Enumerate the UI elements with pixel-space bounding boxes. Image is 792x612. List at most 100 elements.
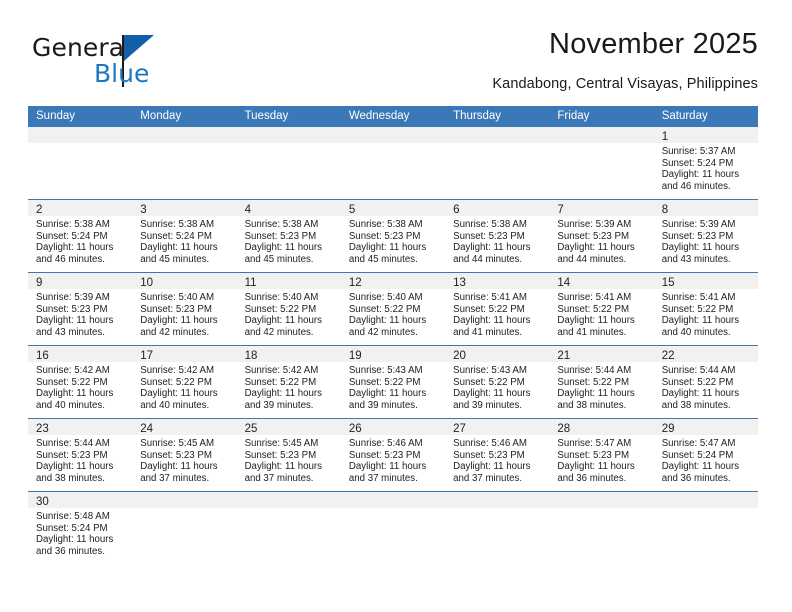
day-daylight-text: and 45 minutes. xyxy=(244,253,314,265)
day-daylight-text: and 44 minutes. xyxy=(453,253,523,265)
day-daylight-text: and 45 minutes. xyxy=(140,253,210,265)
day-daylight-text: Daylight: 11 hours xyxy=(36,388,114,400)
day-details: Sunrise: 5:40 AM Sunset: 5:22 PM Daylight:… xyxy=(237,289,341,338)
day-daylight-text: Daylight: 11 hours xyxy=(453,388,531,400)
calendar-week-row: 23 Sunrise: 5:44 AM Sunset: 5:23 PM Dayligh… xyxy=(28,419,758,492)
day-number: 30 xyxy=(36,496,49,508)
day-number: 14 xyxy=(557,277,571,289)
general-blue-logo[interactable]: General Blue xyxy=(32,34,262,94)
calendar-day-cell[interactable]: 8 Sunrise: 5:39 AM Sunset: 5:23 PM Daylight… xyxy=(653,200,758,272)
calendar-day-cell[interactable]: 17 Sunrise: 5:42 AM Sunset: 5:22 PM Dayligh… xyxy=(132,346,237,418)
day-details xyxy=(445,143,549,146)
calendar-day-cell[interactable]: 26 Sunrise: 5:46 AM Sunset: 5:23 PM Dayligh… xyxy=(340,419,446,491)
day-daylight-text: Daylight: 11 hours xyxy=(661,242,740,254)
day-daylight-text: Daylight: 11 hours xyxy=(557,242,635,254)
day-sunrise-text: Sunrise: 5:40 AM xyxy=(140,292,215,303)
day-details: Sunrise: 5:46 AM Sunset: 5:23 PM Daylight:… xyxy=(445,435,549,484)
day-number-bar xyxy=(445,492,550,508)
day-number-bar xyxy=(445,127,550,143)
day-number-bar: 25 xyxy=(236,419,341,435)
calendar-day-cell[interactable]: 12 Sunrise: 5:40 AM Sunset: 5:22 PM Dayligh… xyxy=(340,273,446,345)
calendar-day-cell[interactable]: 14 Sunrise: 5:41 AM Sunset: 5:22 PM Dayligh… xyxy=(549,273,654,345)
day-sunset-text: Sunset: 5:22 PM xyxy=(244,303,317,315)
day-sunrise-text: Sunrise: 5:38 AM xyxy=(348,219,423,230)
day-sunrise-text: Sunrise: 5:45 AM xyxy=(244,438,319,449)
page-header: General Blue November 2025 Kandabong, Ce… xyxy=(28,28,758,98)
calendar-day-cell[interactable]: 28 Sunrise: 5:47 AM Sunset: 5:23 PM Dayligh… xyxy=(549,419,654,491)
day-sunrise-text: Sunrise: 5:38 AM xyxy=(140,219,215,230)
day-daylight-text: Daylight: 11 hours xyxy=(244,388,322,400)
day-number-bar: 4 xyxy=(236,200,341,216)
day-details: Sunrise: 5:41 AM Sunset: 5:22 PM Daylight:… xyxy=(654,289,758,338)
calendar-day-cell[interactable]: 4 Sunrise: 5:38 AM Sunset: 5:23 PM Daylight… xyxy=(236,200,341,272)
calendar-day-cell[interactable]: 7 Sunrise: 5:39 AM Sunset: 5:23 PM Daylight… xyxy=(549,200,654,272)
day-details: Sunrise: 5:37 AM Sunset: 5:24 PM Daylight:… xyxy=(654,143,758,192)
calendar-day-cell[interactable]: 2 Sunrise: 5:38 AM Sunset: 5:24 PM Daylight… xyxy=(28,200,133,272)
calendar-day-cell[interactable]: 25 Sunrise: 5:45 AM Sunset: 5:23 PM Dayligh… xyxy=(236,419,341,491)
day-daylight-text: Daylight: 11 hours xyxy=(140,315,218,327)
day-details: Sunrise: 5:41 AM Sunset: 5:22 PM Daylight:… xyxy=(445,289,549,338)
calendar-week-row: 2 Sunrise: 5:38 AM Sunset: 5:24 PM Daylight… xyxy=(28,200,758,273)
day-number-bar: 26 xyxy=(340,419,446,435)
day-number-bar: 6 xyxy=(445,200,550,216)
calendar-day-cell[interactable]: 18 Sunrise: 5:42 AM Sunset: 5:22 PM Dayligh… xyxy=(236,346,341,418)
calendar-day-cell[interactable]: 6 Sunrise: 5:38 AM Sunset: 5:23 PM Daylight… xyxy=(445,200,550,272)
day-daylight-text: Daylight: 11 hours xyxy=(348,388,427,400)
day-daylight-text: Daylight: 11 hours xyxy=(348,315,427,327)
day-sunrise-text: Sunrise: 5:41 AM xyxy=(557,292,632,303)
calendar-day-cell[interactable]: 24 Sunrise: 5:45 AM Sunset: 5:23 PM Dayligh… xyxy=(132,419,237,491)
day-number: 6 xyxy=(453,204,460,216)
calendar-day-cell[interactable]: 22 Sunrise: 5:44 AM Sunset: 5:22 PM Dayligh… xyxy=(653,346,758,418)
calendar-day-cell[interactable]: 1 Sunrise: 5:37 AM Sunset: 5:24 PM Daylight… xyxy=(653,127,758,199)
calendar-day-cell[interactable]: 20 Sunrise: 5:43 AM Sunset: 5:22 PM Dayligh… xyxy=(445,346,550,418)
calendar-day-cell[interactable]: 30 Sunrise: 5:48 AM Sunset: 5:24 PM Dayligh… xyxy=(28,492,133,572)
day-sunrise-text: Sunrise: 5:39 AM xyxy=(661,219,736,230)
day-number: 24 xyxy=(140,423,154,435)
blue-flag-icon xyxy=(124,35,154,61)
calendar-day-cell[interactable]: 15 Sunrise: 5:41 AM Sunset: 5:22 PM Dayligh… xyxy=(653,273,758,345)
day-number-bar: 29 xyxy=(653,419,758,435)
day-details: Sunrise: 5:45 AM Sunset: 5:23 PM Daylight:… xyxy=(237,435,341,484)
day-sunset-text: Sunset: 5:24 PM xyxy=(36,522,108,534)
day-sunrise-text: Sunrise: 5:40 AM xyxy=(348,292,423,303)
calendar-day-cell[interactable]: 27 Sunrise: 5:46 AM Sunset: 5:23 PM Dayligh… xyxy=(445,419,550,491)
day-number: 5 xyxy=(348,204,356,216)
day-sunrise-text: Sunrise: 5:41 AM xyxy=(453,292,527,303)
calendar-day-cell[interactable]: 5 Sunrise: 5:38 AM Sunset: 5:23 PM Daylight… xyxy=(340,200,446,272)
calendar-day-cell[interactable]: 13 Sunrise: 5:41 AM Sunset: 5:22 PM Dayligh… xyxy=(445,273,550,345)
day-number: 12 xyxy=(348,277,362,289)
day-number: 11 xyxy=(244,277,257,289)
day-sunrise-text: Sunrise: 5:43 AM xyxy=(453,365,527,376)
calendar-day-cell[interactable]: 16 Sunrise: 5:42 AM Sunset: 5:22 PM Dayligh… xyxy=(28,346,133,418)
day-sunrise-text: Sunrise: 5:47 AM xyxy=(661,438,736,449)
day-sunset-text: Sunset: 5:23 PM xyxy=(348,449,421,461)
calendar-day-cell[interactable]: 3 Sunrise: 5:38 AM Sunset: 5:24 PM Daylight… xyxy=(132,200,237,272)
day-sunrise-text: Sunrise: 5:44 AM xyxy=(36,438,110,449)
day-details xyxy=(654,508,758,511)
day-number: 19 xyxy=(348,350,362,362)
calendar-day-cell[interactable]: 10 Sunrise: 5:40 AM Sunset: 5:23 PM Dayligh… xyxy=(132,273,237,345)
day-sunrise-text: Sunrise: 5:38 AM xyxy=(36,219,110,230)
day-daylight-text: Daylight: 11 hours xyxy=(348,242,427,254)
calendar-day-cell[interactable]: 11 Sunrise: 5:40 AM Sunset: 5:22 PM Dayligh… xyxy=(236,273,341,345)
calendar-day-cell[interactable]: 29 Sunrise: 5:47 AM Sunset: 5:24 PM Dayligh… xyxy=(653,419,758,491)
calendar-day-cell[interactable]: 19 Sunrise: 5:43 AM Sunset: 5:22 PM Dayligh… xyxy=(340,346,446,418)
day-sunrise-text: Sunrise: 5:40 AM xyxy=(244,292,319,303)
calendar-day-cell[interactable]: 9 Sunrise: 5:39 AM Sunset: 5:23 PM Daylight… xyxy=(28,273,133,345)
day-details: Sunrise: 5:48 AM Sunset: 5:24 PM Daylight:… xyxy=(28,508,132,557)
day-sunset-text: Sunset: 5:23 PM xyxy=(348,230,421,242)
day-daylight-text: and 45 minutes. xyxy=(348,253,418,265)
day-details: Sunrise: 5:46 AM Sunset: 5:23 PM Daylight:… xyxy=(341,435,445,484)
page-subtitle: Kandabong, Central Visayas, Philippines xyxy=(492,76,758,92)
day-number-bar xyxy=(549,492,654,508)
calendar-day-cell-empty xyxy=(445,127,550,199)
day-sunset-text: Sunset: 5:24 PM xyxy=(140,230,212,242)
day-daylight-text: and 37 minutes. xyxy=(348,472,418,484)
day-number: 17 xyxy=(140,350,154,362)
calendar-day-cell[interactable]: 21 Sunrise: 5:44 AM Sunset: 5:22 PM Dayligh… xyxy=(549,346,654,418)
calendar-day-cell-empty xyxy=(236,127,341,199)
weekday-header-friday: Friday xyxy=(557,110,590,122)
day-daylight-text: and 36 minutes. xyxy=(557,472,627,484)
calendar-page: General Blue November 2025 Kandabong, Ce… xyxy=(0,0,792,612)
calendar-day-cell[interactable]: 23 Sunrise: 5:44 AM Sunset: 5:23 PM Dayligh… xyxy=(28,419,133,491)
